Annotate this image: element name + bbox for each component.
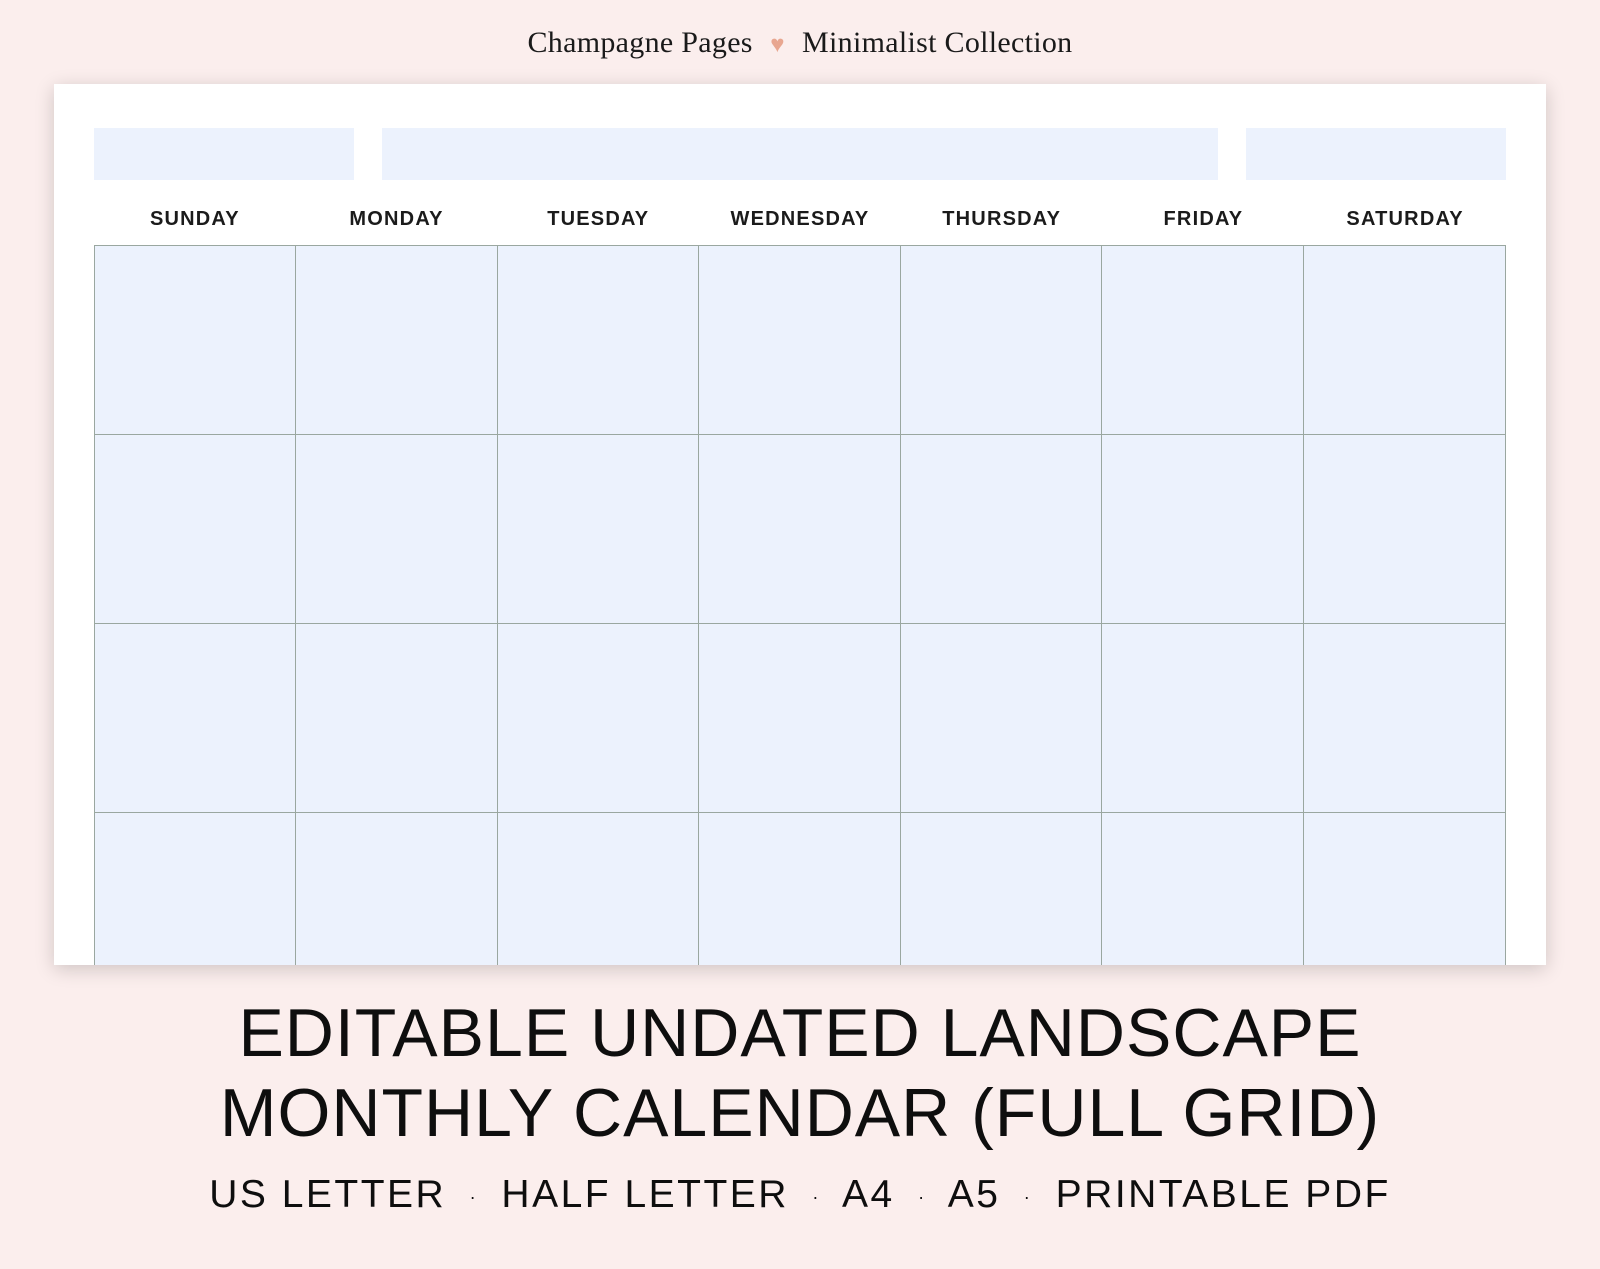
separator-dot: · xyxy=(470,1187,479,1208)
format-item: PRINTABLE PDF xyxy=(1056,1173,1391,1216)
calendar-cell[interactable] xyxy=(901,435,1102,624)
calendar-cell[interactable] xyxy=(498,246,699,435)
calendar-cell[interactable] xyxy=(296,624,497,813)
calendar-cell[interactable] xyxy=(1102,246,1303,435)
calendar-cell[interactable] xyxy=(498,435,699,624)
calendar-cell[interactable] xyxy=(1102,624,1303,813)
calendar-cell[interactable] xyxy=(498,624,699,813)
month-field[interactable] xyxy=(94,128,354,180)
separator-dot: · xyxy=(1024,1187,1033,1208)
brand-right: Minimalist Collection xyxy=(802,26,1072,59)
separator-dot: · xyxy=(812,1187,821,1208)
calendar-cell[interactable] xyxy=(699,813,900,965)
calendar-cell[interactable] xyxy=(296,246,497,435)
caption-title-line-1: EDITABLE UNDATED LANDSCAPE xyxy=(0,993,1600,1073)
separator-dot: · xyxy=(918,1187,927,1208)
format-item: A4 xyxy=(842,1173,895,1216)
calendar-cell[interactable] xyxy=(296,813,497,965)
heart-icon: ♥ xyxy=(770,32,784,59)
calendar-cell[interactable] xyxy=(95,813,296,965)
brand-left: Champagne Pages xyxy=(528,26,753,59)
calendar-cell[interactable] xyxy=(901,813,1102,965)
caption-formats: US LETTER · HALF LETTER · A4 · A5 · PRIN… xyxy=(0,1173,1600,1217)
caption-title-line-2: MONTHLY CALENDAR (FULL GRID) xyxy=(0,1073,1600,1153)
calendar-cell[interactable] xyxy=(1304,813,1505,965)
year-field[interactable] xyxy=(1246,128,1506,180)
weekday-label: SUNDAY xyxy=(94,202,296,237)
weekday-label: SATURDAY xyxy=(1304,202,1506,237)
calendar-cell[interactable] xyxy=(1304,624,1505,813)
calendar-cell[interactable] xyxy=(95,246,296,435)
calendar-cell[interactable] xyxy=(1102,435,1303,624)
calendar-cell[interactable] xyxy=(95,624,296,813)
brand-tagline: Champagne Pages ♥ Minimalist Collection xyxy=(0,0,1600,84)
calendar-grid xyxy=(94,245,1506,965)
editable-header-fields xyxy=(94,128,1506,180)
calendar-cell[interactable] xyxy=(1304,246,1505,435)
calendar-grid-viewport xyxy=(94,245,1506,965)
format-item: US LETTER xyxy=(209,1173,446,1216)
calendar-cell[interactable] xyxy=(498,813,699,965)
format-item: A5 xyxy=(948,1173,1001,1216)
calendar-cell[interactable] xyxy=(901,246,1102,435)
calendar-cell[interactable] xyxy=(296,435,497,624)
calendar-cell[interactable] xyxy=(901,624,1102,813)
weekday-header-row: SUNDAY MONDAY TUESDAY WEDNESDAY THURSDAY… xyxy=(94,202,1506,237)
calendar-cell[interactable] xyxy=(699,624,900,813)
weekday-label: FRIDAY xyxy=(1103,202,1305,237)
weekday-label: TUESDAY xyxy=(497,202,699,237)
calendar-cell[interactable] xyxy=(699,246,900,435)
calendar-cell[interactable] xyxy=(1304,435,1505,624)
calendar-cell[interactable] xyxy=(95,435,296,624)
weekday-label: THURSDAY xyxy=(901,202,1103,237)
product-caption: EDITABLE UNDATED LANDSCAPE MONTHLY CALEN… xyxy=(0,993,1600,1217)
calendar-cell[interactable] xyxy=(699,435,900,624)
weekday-label: MONDAY xyxy=(296,202,498,237)
weekday-label: WEDNESDAY xyxy=(699,202,901,237)
title-field[interactable] xyxy=(382,128,1218,180)
calendar-cell[interactable] xyxy=(1102,813,1303,965)
format-item: HALF LETTER xyxy=(501,1173,789,1216)
calendar-sheet: SUNDAY MONDAY TUESDAY WEDNESDAY THURSDAY… xyxy=(54,84,1546,965)
